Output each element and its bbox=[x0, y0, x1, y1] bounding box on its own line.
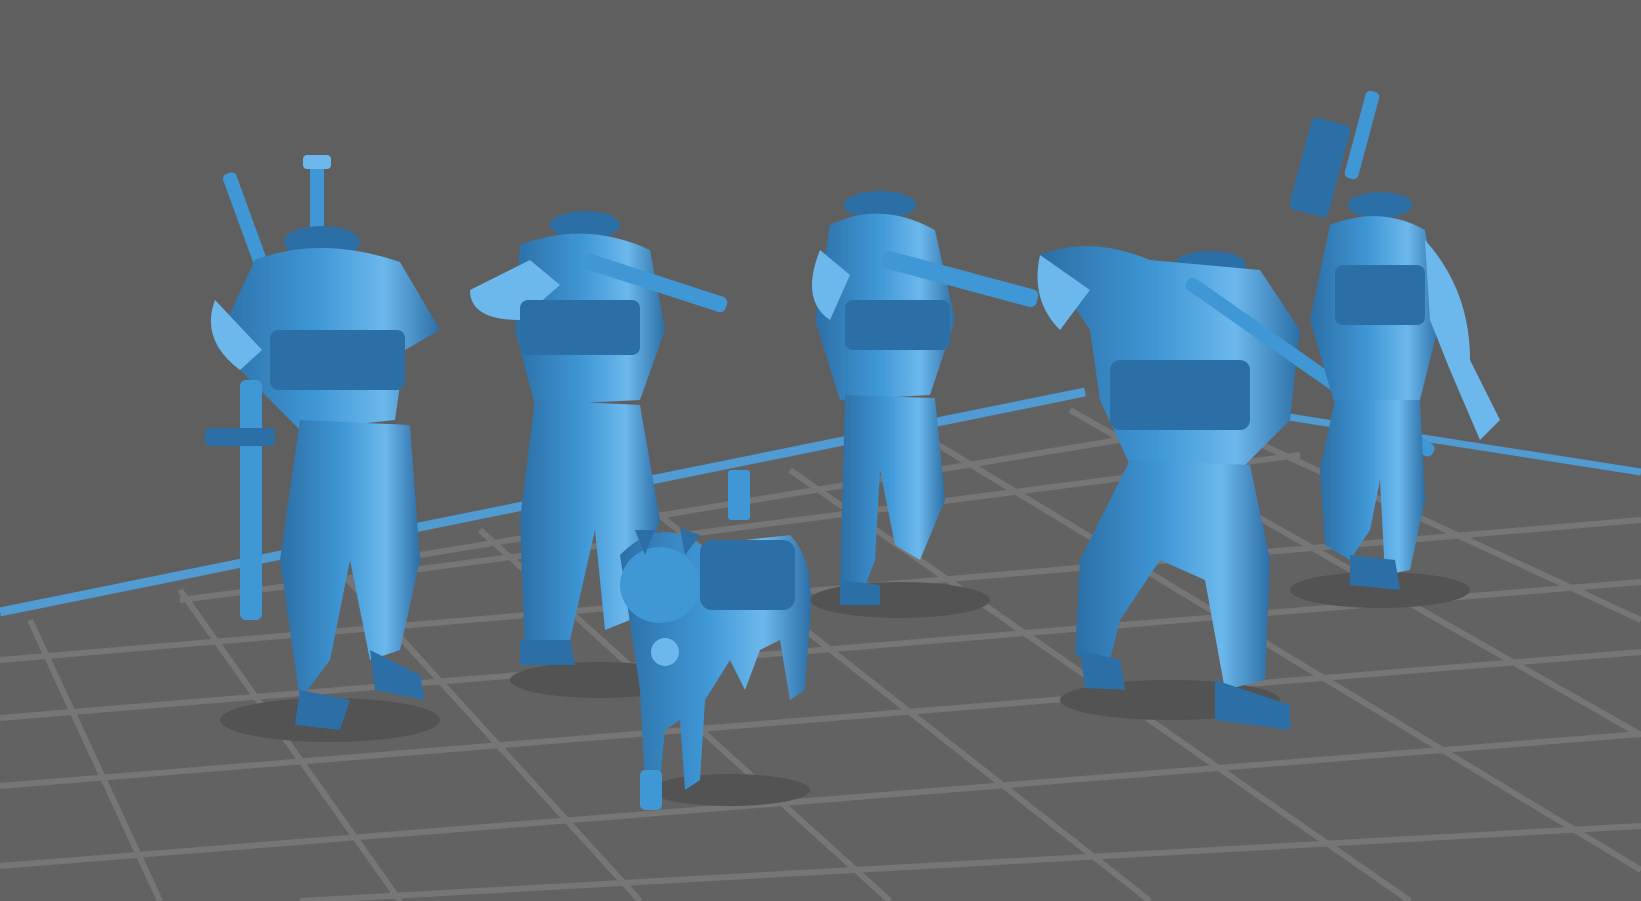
3d-viewport[interactable] bbox=[0, 0, 1641, 901]
build-plate-scene[interactable] bbox=[0, 0, 1641, 901]
